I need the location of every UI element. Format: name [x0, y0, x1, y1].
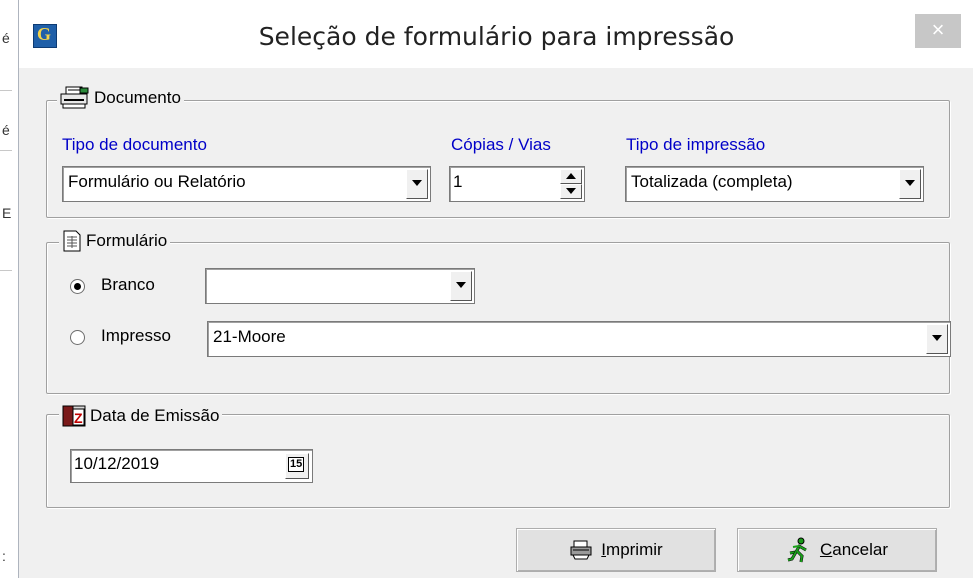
spin-up-icon[interactable] — [560, 169, 582, 184]
printer-icon — [60, 86, 89, 109]
tipo-documento-label: Tipo de documento — [62, 135, 207, 154]
impresso-radio[interactable] — [70, 330, 85, 345]
imprimir-button[interactable]: Imprimir — [516, 528, 716, 572]
print-selection-dialog: G Seleção de formulário para impressão ×… — [18, 0, 973, 578]
background-divider — [0, 270, 12, 271]
tipo-impressao-select[interactable]: Totalizada (completa) — [625, 166, 924, 202]
chevron-down-icon[interactable] — [450, 271, 472, 301]
background-text: é — [2, 30, 10, 46]
tipo-documento-value: Formulário ou Relatório — [68, 172, 246, 191]
chevron-down-icon[interactable] — [926, 324, 948, 354]
cancelar-button[interactable]: Cancelar — [737, 528, 937, 572]
documento-legend: Documento — [57, 86, 184, 110]
background-divider — [0, 150, 12, 151]
branco-label[interactable]: Branco — [101, 275, 155, 295]
imprimir-label: Imprimir — [601, 540, 663, 559]
documento-legend-label: Documento — [94, 88, 181, 107]
copias-value: 1 — [453, 172, 463, 191]
calendar-day-icon: 15 — [288, 457, 305, 472]
background-divider — [0, 90, 12, 91]
tipo-impressao-value: Totalizada (completa) — [631, 172, 793, 191]
date-picker-field[interactable]: 10/12/2019 15 — [70, 449, 313, 483]
background-text: : — [2, 548, 6, 564]
formulario-group — [46, 242, 950, 394]
tipo-impressao-label: Tipo de impressão — [626, 135, 766, 154]
impresso-select[interactable]: 21-Moore — [207, 321, 951, 357]
printer-icon — [570, 540, 592, 560]
calendar-icon: Z — [62, 405, 86, 427]
title-bar[interactable]: G Seleção de formulário para impressão × — [19, 0, 973, 68]
running-man-icon — [787, 537, 807, 563]
calendar-badge: Z — [74, 410, 83, 426]
formulario-legend-label: Formulário — [86, 231, 168, 250]
data-emissao-legend-label: Data de Emissão — [90, 406, 220, 425]
branco-radio[interactable] — [70, 279, 85, 294]
formulario-legend: Formulário — [59, 230, 171, 252]
window-title: Seleção de formulário para impressão — [258, 22, 735, 51]
impresso-value: 21-Moore — [213, 327, 286, 346]
background-window-edge: é é E : — [0, 0, 18, 578]
copias-stepper[interactable]: 1 — [449, 166, 585, 202]
chevron-down-icon[interactable] — [406, 169, 428, 199]
cancelar-label: Cancelar — [819, 540, 889, 559]
chevron-down-icon[interactable] — [899, 169, 921, 199]
date-value: 10/12/2019 — [74, 454, 160, 473]
impresso-label[interactable]: Impresso — [101, 326, 171, 346]
close-button[interactable]: × — [915, 14, 961, 48]
branco-select[interactable] — [205, 268, 475, 304]
background-text: é — [2, 122, 10, 138]
tipo-documento-select[interactable]: Formulário ou Relatório — [62, 166, 431, 202]
copias-label: Cópias / Vias — [451, 135, 551, 154]
data-emissao-legend: Z Data de Emissão — [59, 405, 223, 427]
spin-down-icon[interactable] — [560, 184, 582, 199]
calendar-button[interactable]: 15 — [285, 453, 309, 479]
background-text: E — [2, 205, 12, 221]
form-document-icon — [63, 230, 81, 252]
